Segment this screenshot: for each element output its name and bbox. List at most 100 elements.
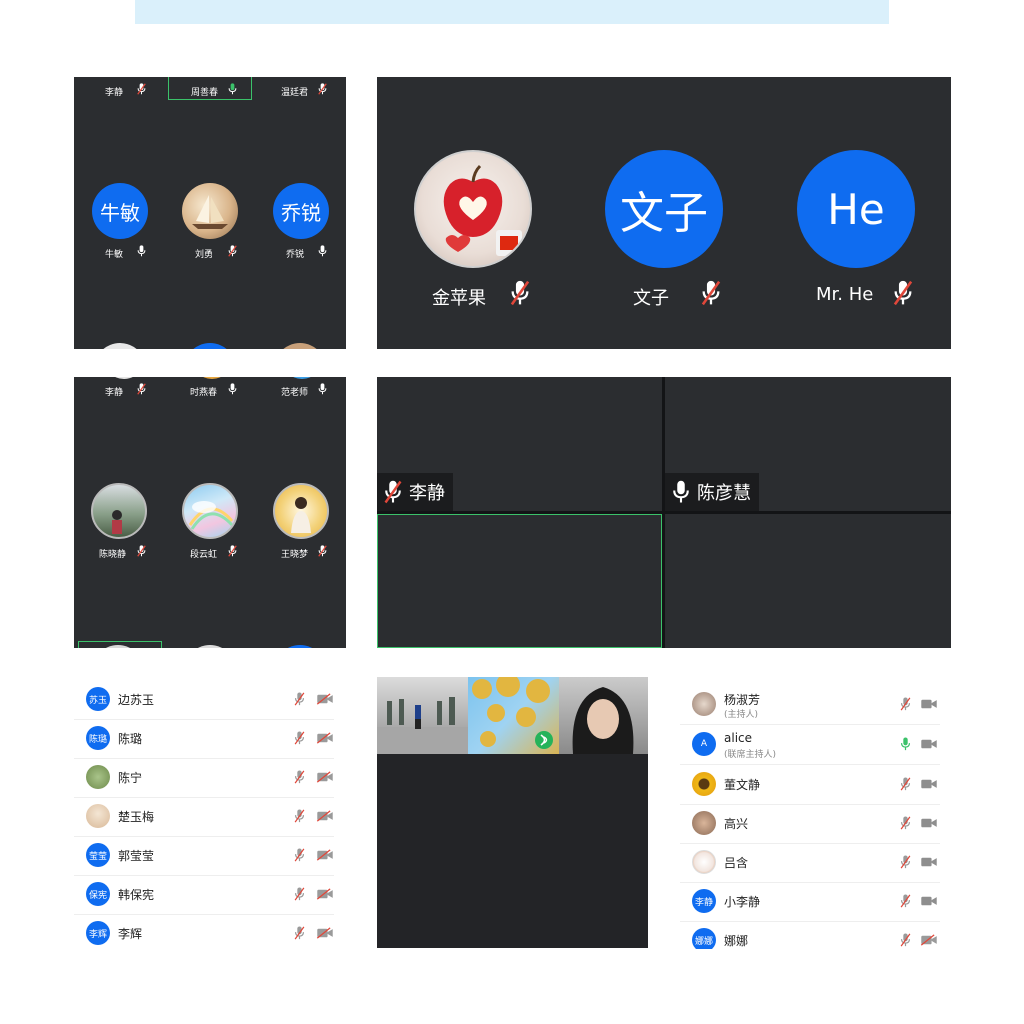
list-item[interactable]: 陈宁 — [74, 758, 334, 798]
avatar: 李静 — [692, 889, 716, 913]
camera-icon[interactable] — [920, 856, 938, 868]
avatar-partial — [184, 645, 236, 648]
top-banner — [135, 0, 889, 24]
camera-off-icon[interactable] — [316, 927, 334, 939]
list-item[interactable]: 李静 小李静 — [680, 882, 940, 922]
camera-off-icon[interactable] — [316, 810, 334, 822]
person-video-icon — [572, 687, 634, 754]
camera-off-icon[interactable] — [316, 693, 334, 705]
camera-icon[interactable] — [920, 698, 938, 710]
list-item[interactable]: 吕含 — [680, 843, 940, 883]
video-tile-active[interactable] — [377, 514, 662, 648]
camera-off-icon[interactable] — [316, 888, 334, 900]
camera-off-icon[interactable] — [316, 732, 334, 744]
avatar[interactable] — [273, 483, 329, 539]
mic-icon — [318, 245, 327, 257]
mic-muted-icon[interactable] — [900, 933, 911, 947]
camera-icon[interactable] — [920, 817, 938, 829]
avatar-partial — [94, 343, 146, 349]
video-thumbnail[interactable] — [468, 677, 559, 754]
rainbow-sky-icon — [188, 501, 234, 530]
gallery-panel-3: 李静 时燕春 范老师 陈晓静 段云虹 王晓梦 — [74, 377, 346, 648]
avatar[interactable]: 牛敏 — [92, 183, 148, 239]
list-item[interactable]: 楚玉梅 — [74, 797, 334, 837]
avatar: A — [692, 732, 716, 756]
sailboat-image-icon — [192, 195, 228, 229]
avatar: 娜娜 — [692, 928, 716, 949]
mic-muted-icon — [509, 280, 531, 306]
list-item[interactable]: 莹莹 郭莹莹 — [74, 836, 334, 876]
mic-muted-icon — [228, 545, 237, 557]
avatar[interactable] — [414, 150, 532, 268]
participant-name: 刘勇 — [195, 250, 214, 260]
video-strip-panel — [377, 677, 648, 948]
mic-active-icon[interactable] — [900, 737, 911, 751]
camera-icon[interactable] — [920, 738, 938, 750]
list-item[interactable]: 保宪 韩保宪 — [74, 875, 334, 915]
camera-off-icon[interactable] — [316, 771, 334, 783]
list-item[interactable]: 陈璐 陈璐 — [74, 719, 334, 759]
video-tile[interactable]: 陈彦慧 — [665, 377, 951, 511]
avatar: 苏玉 — [86, 687, 110, 711]
avatar-partial — [184, 343, 236, 349]
mic-muted-icon[interactable] — [294, 692, 305, 706]
avatar[interactable] — [182, 183, 238, 239]
avatar-partial — [274, 645, 326, 648]
avatar — [692, 692, 716, 716]
list-item[interactable]: 李辉 李辉 — [74, 914, 334, 953]
video-tile[interactable] — [665, 514, 951, 648]
mic-muted-icon[interactable] — [294, 809, 305, 823]
mic-icon — [318, 383, 327, 395]
mic-muted-icon — [137, 383, 146, 395]
list-item[interactable]: 杨淑芳 (主持人) — [680, 685, 940, 725]
name-tag: 李静 — [377, 473, 453, 511]
avatar-partial — [192, 377, 232, 379]
avatar: 保宪 — [86, 882, 110, 906]
list-item[interactable]: 董文静 — [680, 765, 940, 805]
camera-off-icon[interactable] — [316, 849, 334, 861]
avatar-partial — [282, 377, 322, 379]
mic-muted-icon[interactable] — [900, 894, 911, 908]
mic-muted-icon[interactable] — [294, 731, 305, 745]
avatar[interactable]: 乔锐 — [273, 183, 329, 239]
camera-off-icon[interactable] — [920, 934, 938, 946]
camera-icon[interactable] — [920, 895, 938, 907]
name-tag: 陈彦慧 — [665, 473, 759, 511]
mic-muted-icon[interactable] — [294, 926, 305, 940]
mic-muted-icon — [137, 83, 146, 95]
mic-muted-icon — [318, 83, 327, 95]
participant-list-1: 苏玉 边苏玉 陈璐 陈璐 陈宁 楚玉梅 莹莹 郭莹莹 保宪 韩保宪 李辉 李辉 — [74, 680, 334, 952]
list-item[interactable]: 娜娜 娜娜 — [680, 921, 940, 949]
avatar-partial — [104, 377, 144, 379]
participant-name: 文子 — [633, 288, 669, 309]
mic-icon — [228, 383, 237, 395]
list-item[interactable]: A alice (联席主持人) — [680, 725, 940, 765]
mic-muted-icon[interactable] — [294, 887, 305, 901]
video-tile[interactable]: 李静 — [377, 377, 662, 511]
participant-name: 陈晓静 — [99, 550, 127, 560]
mic-muted-icon[interactable] — [900, 777, 911, 791]
gallery-panel-2: 金苹果 文子 文子 He Mr. He — [377, 77, 951, 349]
participant-name: 金苹果 — [432, 288, 486, 309]
avatar-partial — [274, 343, 326, 349]
participant-label: 范老师 — [281, 388, 309, 398]
list-item[interactable]: 高兴 — [680, 804, 940, 844]
participant-label: 周善春 — [191, 88, 219, 98]
mic-muted-icon[interactable] — [294, 848, 305, 862]
mic-muted-icon[interactable] — [294, 770, 305, 784]
mic-muted-icon[interactable] — [900, 697, 911, 711]
avatar[interactable] — [182, 483, 238, 539]
video-thumbnail[interactable] — [377, 677, 468, 754]
avatar[interactable]: 文子 — [605, 150, 723, 268]
camera-icon[interactable] — [920, 778, 938, 790]
list-item[interactable]: 苏玉 边苏玉 — [74, 680, 334, 720]
mic-muted-icon — [892, 280, 914, 306]
avatar[interactable] — [91, 483, 147, 539]
mic-muted-icon[interactable] — [900, 816, 911, 830]
mic-muted-icon[interactable] — [900, 855, 911, 869]
participant-name: Mr. He — [816, 284, 874, 305]
avatar[interactable]: He — [797, 150, 915, 268]
participant-name: 牛敏 — [105, 250, 124, 260]
avatar — [86, 765, 110, 789]
video-thumbnail[interactable] — [559, 677, 648, 754]
